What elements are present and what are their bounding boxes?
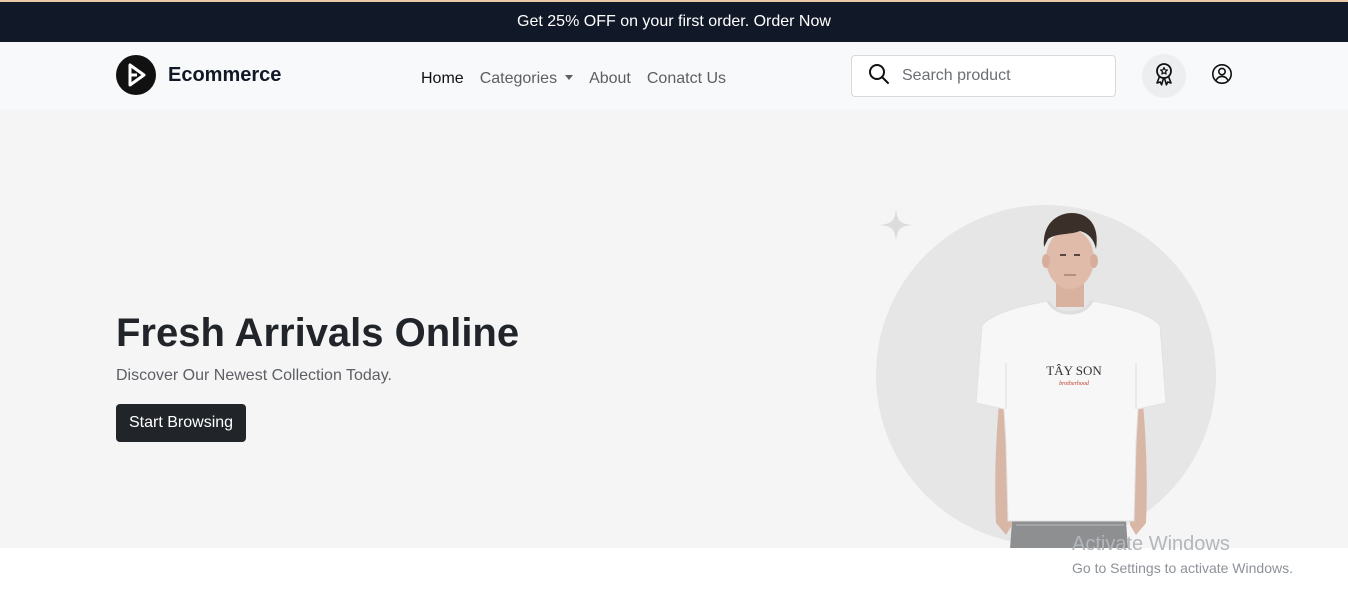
nav-item-categories[interactable]: Categories xyxy=(472,70,581,88)
shirt-print-subtext: brotherhood xyxy=(1059,381,1090,387)
account-button[interactable] xyxy=(1200,54,1244,98)
caret-down-icon xyxy=(565,75,574,80)
sparkle-icon xyxy=(879,208,913,242)
hero-title: Fresh Arrivals Online xyxy=(116,311,520,355)
hero-model-image: TÂY SON brotherhood xyxy=(976,213,1167,548)
shirt-print-text: TÂY SON xyxy=(1046,363,1102,378)
windows-activation-watermark: Activate Windows Go to Settings to activ… xyxy=(1072,533,1293,576)
watermark-subtitle: Go to Settings to activate Windows. xyxy=(1072,560,1293,576)
search-input[interactable] xyxy=(902,67,1102,85)
hero-section: Fresh Arrivals Online Discover Our Newes… xyxy=(0,109,1348,548)
hero-subtitle: Discover Our Newest Collection Today. xyxy=(116,367,392,384)
start-browsing-button[interactable]: Start Browsing xyxy=(116,404,247,442)
brand[interactable]: Ecommerce xyxy=(116,55,281,95)
nav-item-contact[interactable]: Conatct Us xyxy=(639,70,734,88)
award-icon xyxy=(1153,62,1175,91)
nav-item-categories-label: Categories xyxy=(479,70,558,87)
main-nav: Home Categories About Conatct Us xyxy=(413,70,734,88)
search-icon[interactable] xyxy=(868,63,890,90)
brand-name: Ecommerce xyxy=(168,63,282,86)
announcement-text[interactable]: Get 25% OFF on your first order. Order N… xyxy=(517,13,831,31)
nav-item-about[interactable]: About xyxy=(581,70,639,88)
user-circle-icon xyxy=(1211,63,1233,90)
navbar: Ecommerce Home Categories About Conatct … xyxy=(0,42,1348,109)
announcement-bar[interactable]: Get 25% OFF on your first order. Order N… xyxy=(0,2,1348,42)
play-logo-icon xyxy=(116,55,156,95)
rewards-button[interactable] xyxy=(1142,54,1186,98)
nav-item-home[interactable]: Home xyxy=(413,70,472,88)
search-box xyxy=(851,55,1116,97)
watermark-title: Activate Windows xyxy=(1072,533,1230,555)
